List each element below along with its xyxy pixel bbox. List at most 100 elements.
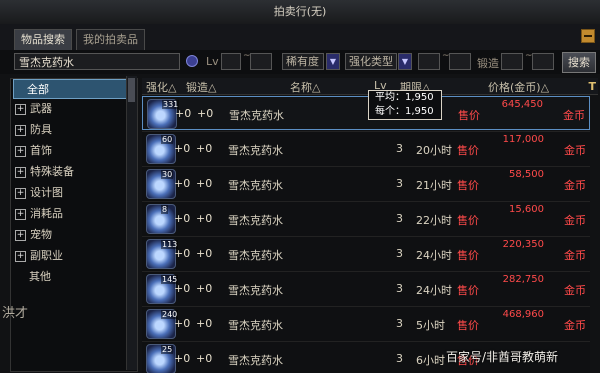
strength-value: +0 xyxy=(174,142,191,155)
sidebar-item-sub-profession[interactable]: + 副职业 xyxy=(13,246,133,266)
item-level: 3 xyxy=(396,212,403,225)
sidebar-item-label: 武器 xyxy=(30,102,52,115)
search-row: 雪杰克药水 Lv ~ 稀有度 ▼ 强化类型 ▼ ~ 锻造 ~ 搜索 xyxy=(0,50,600,74)
header-strength[interactable]: 强化△ xyxy=(146,79,176,95)
sidebar-item-jewelry[interactable]: + 首饰 xyxy=(13,141,133,161)
header-forge[interactable]: 锻造△ xyxy=(186,79,216,95)
item-name: 雪杰克药水 xyxy=(228,144,283,157)
forge-value: +0 xyxy=(196,352,213,365)
forge-value: +0 xyxy=(196,142,213,155)
item-name: 雪杰克药水 xyxy=(228,179,283,192)
forge-value: +0 xyxy=(196,282,213,295)
potion-icon: 145 xyxy=(146,274,179,304)
forge-value: +0 xyxy=(196,247,213,260)
coin-label: 金币 xyxy=(564,249,586,262)
expand-icon[interactable]: + xyxy=(15,250,26,262)
potion-icon: 30 xyxy=(146,169,176,199)
potion-icon: 60 xyxy=(146,134,176,164)
search-button[interactable]: 搜索 xyxy=(562,52,596,73)
strength-min-input[interactable] xyxy=(418,53,440,70)
sidebar-item-label: 防具 xyxy=(30,123,52,136)
potion-icon: 8 xyxy=(146,204,176,234)
expand-icon[interactable]: + xyxy=(15,208,26,220)
sidebar-item-pet[interactable]: + 宠物 xyxy=(13,225,133,245)
sidebar-item-other[interactable]: 其他 xyxy=(13,267,133,287)
table-row[interactable]: 145 +0 +0 雪杰克药水 3 24小时 售价 282,750 金币 xyxy=(142,271,590,306)
header-name[interactable]: 名称△ xyxy=(290,79,320,95)
radio-icon[interactable] xyxy=(186,55,198,67)
lv-min-input[interactable] xyxy=(221,53,241,70)
price-label: 售价 xyxy=(457,319,479,332)
sidebar-item-label: 宠物 xyxy=(30,228,52,241)
item-quantity: 60 xyxy=(161,135,174,144)
sidebar-item-label: 特殊装备 xyxy=(30,165,74,178)
forge-max-input[interactable] xyxy=(532,53,554,70)
item-duration: 6小时 xyxy=(416,354,445,367)
sidebar-item-label: 全部 xyxy=(27,83,49,96)
search-input[interactable]: 雪杰克药水 xyxy=(14,53,180,70)
table-row[interactable]: 8 +0 +0 雪杰克药水 3 22小时 售价 15,600 金币 xyxy=(142,201,590,236)
strength-max-input[interactable] xyxy=(449,53,471,70)
total-price: 15,600 xyxy=(509,204,544,215)
tab-bar: 物品搜索 我的拍卖品 xyxy=(0,24,600,50)
strength-value: +0 xyxy=(174,212,191,225)
table-row[interactable]: 60 +0 +0 雪杰克药水 3 20小时 售价 117,000 金币 xyxy=(142,131,590,166)
rarity-dropdown-icon[interactable]: ▼ xyxy=(326,53,340,70)
scrollbar-thumb[interactable] xyxy=(128,78,135,102)
price-label: 售价 xyxy=(458,109,480,122)
table-row[interactable]: 240 +0 +0 雪杰克药水 3 5小时 售价 468,960 金币 xyxy=(142,306,590,341)
category-sidebar: 全部 + 武器 + 防具 + 首饰 + 特殊装备 + 设计图 + 消耗品 + 宠物 + 副职业 … xyxy=(10,78,138,372)
expand-icon[interactable]: + xyxy=(15,187,26,199)
expand-icon[interactable]: + xyxy=(15,166,26,178)
total-price: 117,000 xyxy=(502,134,544,145)
tooltip-each: 每个：1,950 xyxy=(375,106,434,117)
sidebar-item-armor[interactable]: + 防具 xyxy=(13,120,133,140)
auction-window: 拍卖行(无) 物品搜索 我的拍卖品 雪杰克药水 Lv ~ 稀有度 ▼ 强化类型 … xyxy=(0,0,600,373)
sidebar-item-consumable[interactable]: + 消耗品 xyxy=(13,204,133,224)
header-price[interactable]: 价格(金币)△ xyxy=(488,79,549,95)
price-label: 售价 xyxy=(457,214,479,227)
table-row[interactable]: 30 +0 +0 雪杰克药水 3 21小时 售价 58,500 金币 xyxy=(142,166,590,201)
price-label: 售价 xyxy=(457,179,479,192)
price-label: 售价 xyxy=(457,284,479,297)
sidebar-item-blueprint[interactable]: + 设计图 xyxy=(13,183,133,203)
table-row[interactable]: 113 +0 +0 雪杰克药水 3 24小时 售价 220,350 金币 xyxy=(142,236,590,271)
expand-icon[interactable]: + xyxy=(15,145,26,157)
expand-icon[interactable]: + xyxy=(15,229,26,241)
strength-value: +0 xyxy=(175,107,192,120)
sidebar-scrollbar[interactable] xyxy=(126,76,137,370)
forge-min-input[interactable] xyxy=(501,53,523,70)
expand-icon[interactable]: + xyxy=(15,103,26,115)
tab-item-search[interactable]: 物品搜索 xyxy=(14,29,72,50)
strength-value: +0 xyxy=(174,177,191,190)
forge-value: +0 xyxy=(196,212,213,225)
expand-icon[interactable]: + xyxy=(15,124,26,136)
sidebar-item-weapon[interactable]: + 武器 xyxy=(13,99,133,119)
pin-icon[interactable]: T xyxy=(588,80,596,93)
strength-type-dropdown-icon[interactable]: ▼ xyxy=(398,53,412,70)
lv-max-input[interactable] xyxy=(250,53,272,70)
item-duration: 22小时 xyxy=(416,214,452,227)
tab-my-auctions[interactable]: 我的拍卖品 xyxy=(76,29,145,50)
item-name: 雪杰克药水 xyxy=(228,354,283,367)
item-duration: 20小时 xyxy=(416,144,452,157)
item-quantity: 8 xyxy=(161,205,169,214)
potion-icon: 331 xyxy=(147,99,180,129)
sidebar-item-special-equipment[interactable]: + 特殊装备 xyxy=(13,162,133,182)
item-level: 3 xyxy=(396,177,403,190)
rarity-select[interactable]: 稀有度 xyxy=(282,53,324,70)
minimize-icon[interactable] xyxy=(581,29,595,43)
item-duration: 24小时 xyxy=(416,249,452,262)
coin-label: 金币 xyxy=(564,144,586,157)
item-level: 3 xyxy=(396,142,403,155)
potion-icon: 25 xyxy=(146,344,176,373)
item-quantity: 30 xyxy=(161,170,174,179)
table-row[interactable]: 331 +0 +0 雪杰克药水 售价 645,450 金币 xyxy=(142,96,590,130)
item-name: 雪杰克药水 xyxy=(228,284,283,297)
strength-type-select[interactable]: 强化类型 xyxy=(345,53,397,70)
sidebar-item-all[interactable]: 全部 xyxy=(13,79,133,99)
item-quantity: 25 xyxy=(161,345,174,354)
strength-value: +0 xyxy=(174,282,191,295)
item-name: 雪杰克药水 xyxy=(228,319,283,332)
forge-value: +0 xyxy=(196,177,213,190)
